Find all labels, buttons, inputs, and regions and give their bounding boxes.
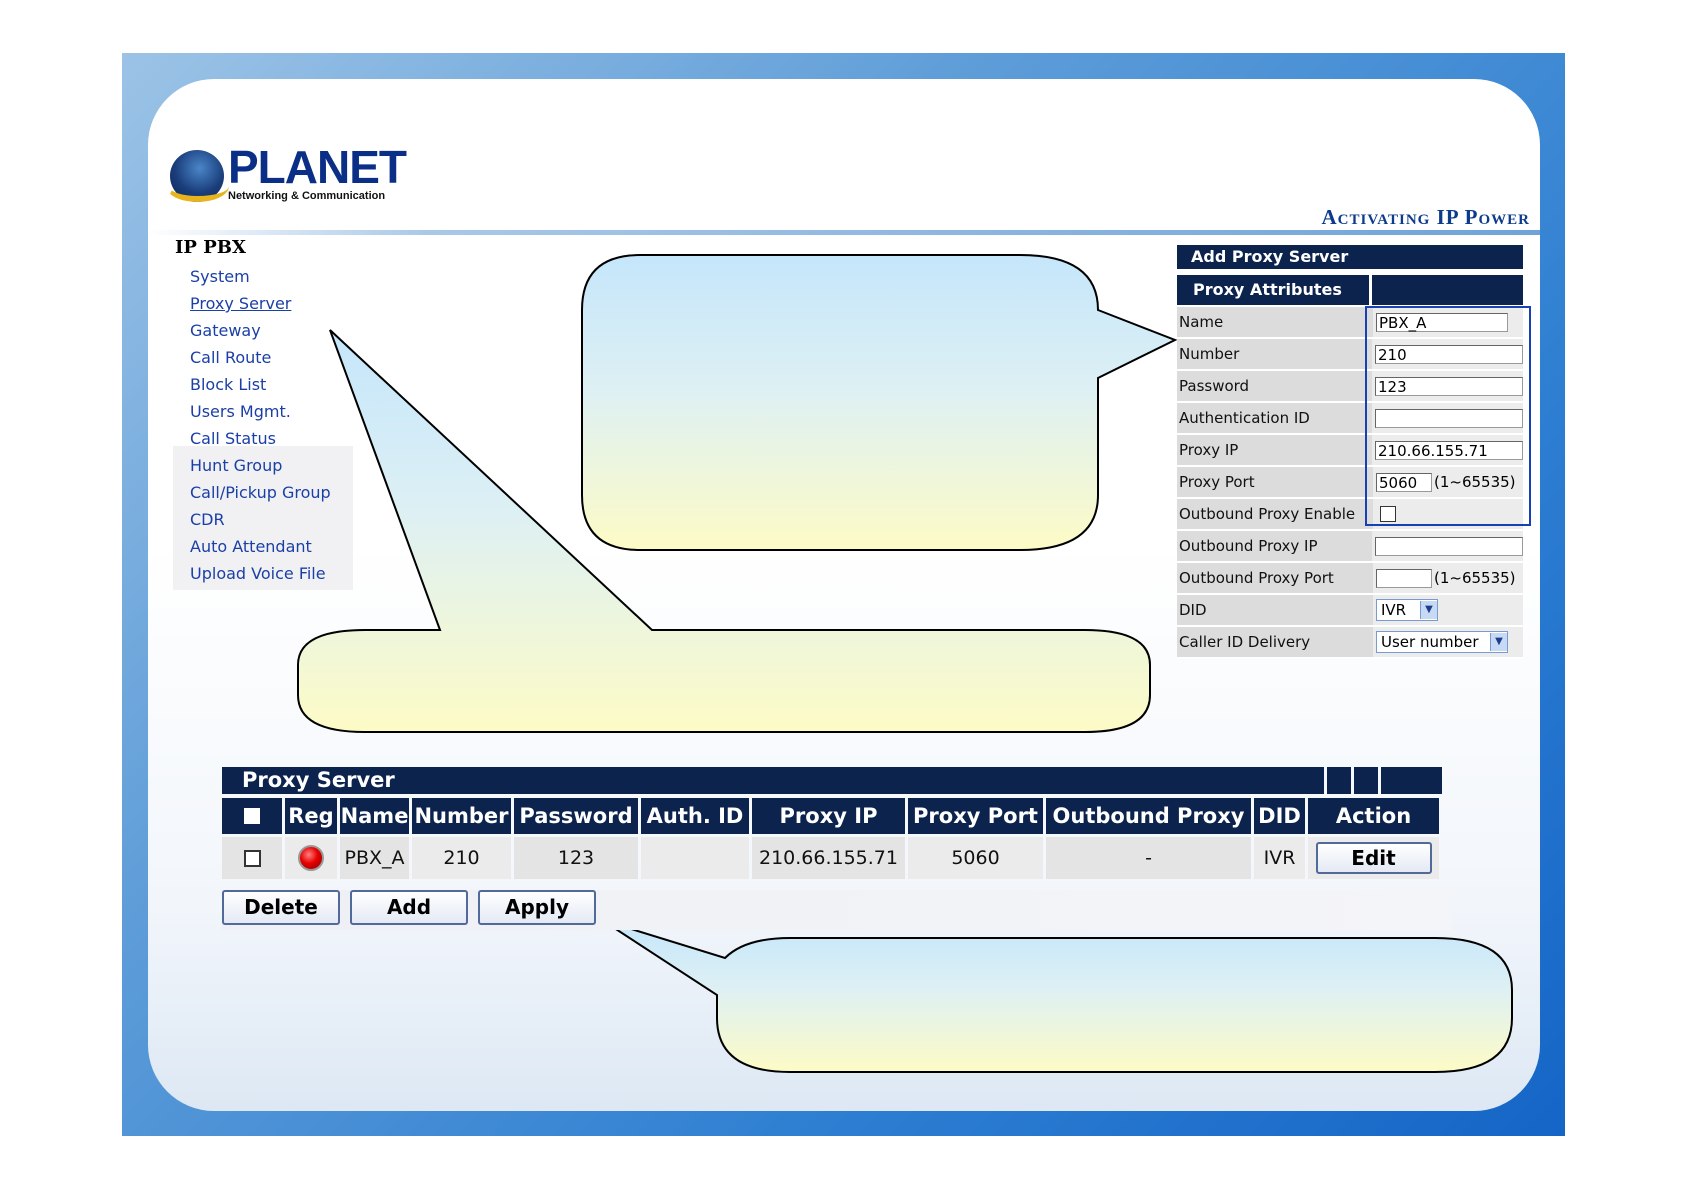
- header-outbound-proxy: Outbound Proxy: [1046, 798, 1251, 834]
- name-input[interactable]: PBX_A: [1376, 312, 1508, 332]
- form-row-name: Name PBX_A: [1177, 307, 1523, 339]
- row-checkbox-cell: [222, 837, 282, 879]
- password-input[interactable]: 123: [1375, 376, 1523, 396]
- select-all-checkbox[interactable]: [244, 808, 260, 824]
- outbound-ip-input[interactable]: [1375, 536, 1523, 556]
- header-name: Name: [340, 798, 409, 834]
- outbound-enable-label: Outbound Proxy Enable: [1177, 499, 1373, 529]
- cell-did: IVR: [1254, 837, 1305, 879]
- form-section-header: Proxy Attributes: [1177, 275, 1523, 305]
- proxy-ip-label: Proxy IP: [1177, 435, 1372, 465]
- table-row: PBX_A 210 123 210.66.155.71 5060 - IVR E…: [222, 837, 1442, 879]
- header-proxy-ip: Proxy IP: [752, 798, 905, 834]
- did-select[interactable]: IVR ▼: [1376, 599, 1438, 621]
- form-title: Add Proxy Server: [1177, 245, 1523, 269]
- header-auth-id: Auth. ID: [641, 798, 749, 834]
- proxy-ip-input[interactable]: 210.66.155.71: [1375, 440, 1523, 460]
- cell-outbound-proxy: -: [1046, 837, 1251, 879]
- number-label: Number: [1177, 339, 1372, 369]
- auth-id-input[interactable]: [1375, 408, 1523, 428]
- header-did: DID: [1254, 798, 1305, 834]
- title-cell: [1354, 767, 1378, 794]
- table-title-bar: Proxy Server: [222, 767, 1442, 794]
- name-label: Name: [1177, 307, 1373, 337]
- edit-button[interactable]: Edit: [1315, 842, 1432, 874]
- outbound-ip-label: Outbound Proxy IP: [1177, 531, 1372, 561]
- form-row-caller-id: Caller ID Delivery User number ▼: [1177, 627, 1523, 659]
- caller-id-label: Caller ID Delivery: [1177, 627, 1373, 657]
- outbound-port-input[interactable]: [1376, 568, 1432, 588]
- add-button[interactable]: Add: [350, 890, 468, 925]
- form-section-title: Proxy Attributes: [1177, 275, 1369, 305]
- outbound-enable-checkbox[interactable]: [1380, 506, 1396, 522]
- select-all-cell: [222, 798, 282, 834]
- table-header-row: Reg Name Number Password Auth. ID Proxy …: [222, 798, 1442, 834]
- number-input[interactable]: 210: [1375, 344, 1523, 364]
- chevron-down-icon: ▼: [1490, 633, 1507, 651]
- cell-proxy-ip: 210.66.155.71: [752, 837, 905, 879]
- callout-form-bubble: [581, 254, 1178, 551]
- table-title: Proxy Server: [222, 767, 1324, 794]
- title-cell: [1381, 767, 1442, 794]
- form-section-spacer: [1372, 275, 1523, 305]
- form-row-proxy-ip: Proxy IP 210.66.155.71: [1177, 435, 1523, 467]
- form-row-auth-id: Authentication ID: [1177, 403, 1523, 435]
- registration-status-icon: [298, 845, 324, 871]
- header-proxy-port: Proxy Port: [908, 798, 1043, 834]
- delete-button[interactable]: Delete: [222, 890, 340, 925]
- cell-name: PBX_A: [340, 837, 409, 879]
- add-proxy-form: Add Proxy Server Proxy Attributes Name P…: [1177, 245, 1523, 659]
- header-number: Number: [412, 798, 511, 834]
- header-action: Action: [1308, 798, 1439, 834]
- cell-password: 123: [514, 837, 638, 879]
- callout-buttons-bubble: [601, 919, 1513, 1073]
- outbound-port-label: Outbound Proxy Port: [1177, 563, 1373, 593]
- auth-id-label: Authentication ID: [1177, 403, 1372, 433]
- table-button-bar: Delete Add Apply: [222, 890, 1452, 930]
- cell-auth-id: [641, 837, 749, 879]
- did-label: DID: [1177, 595, 1373, 625]
- chevron-down-icon: ▼: [1420, 601, 1437, 619]
- header-password: Password: [514, 798, 638, 834]
- reg-status-cell: [285, 837, 337, 879]
- form-row-outbound-port: Outbound Proxy Port (1~65535): [1177, 563, 1523, 595]
- title-cell: [1327, 767, 1351, 794]
- action-cell: Edit: [1308, 837, 1439, 879]
- caller-id-select-value: User number: [1381, 633, 1479, 651]
- form-row-password: Password 123: [1177, 371, 1523, 403]
- proxy-port-range: (1~65535): [1434, 473, 1516, 491]
- form-row-outbound-enable: Outbound Proxy Enable: [1177, 499, 1523, 531]
- header-reg: Reg: [285, 798, 337, 834]
- form-row-number: Number 210: [1177, 339, 1523, 371]
- proxy-port-input[interactable]: 5060: [1376, 472, 1432, 492]
- form-row-proxy-port: Proxy Port 5060 (1~65535): [1177, 467, 1523, 499]
- apply-button[interactable]: Apply: [478, 890, 596, 925]
- row-checkbox[interactable]: [243, 849, 261, 867]
- cell-proxy-port: 5060: [908, 837, 1043, 879]
- password-label: Password: [1177, 371, 1372, 401]
- outbound-port-range: (1~65535): [1434, 569, 1516, 587]
- form-row-did: DID IVR ▼: [1177, 595, 1523, 627]
- caller-id-select[interactable]: User number ▼: [1376, 631, 1508, 653]
- proxy-port-label: Proxy Port: [1177, 467, 1373, 497]
- proxy-server-table: Proxy Server Reg Name Number Password Au…: [222, 767, 1442, 879]
- did-select-value: IVR: [1381, 601, 1407, 619]
- form-rows: Name PBX_A Number 210 Password 123 Authe…: [1177, 307, 1523, 659]
- form-row-outbound-ip: Outbound Proxy IP: [1177, 531, 1523, 563]
- cell-number: 210: [412, 837, 511, 879]
